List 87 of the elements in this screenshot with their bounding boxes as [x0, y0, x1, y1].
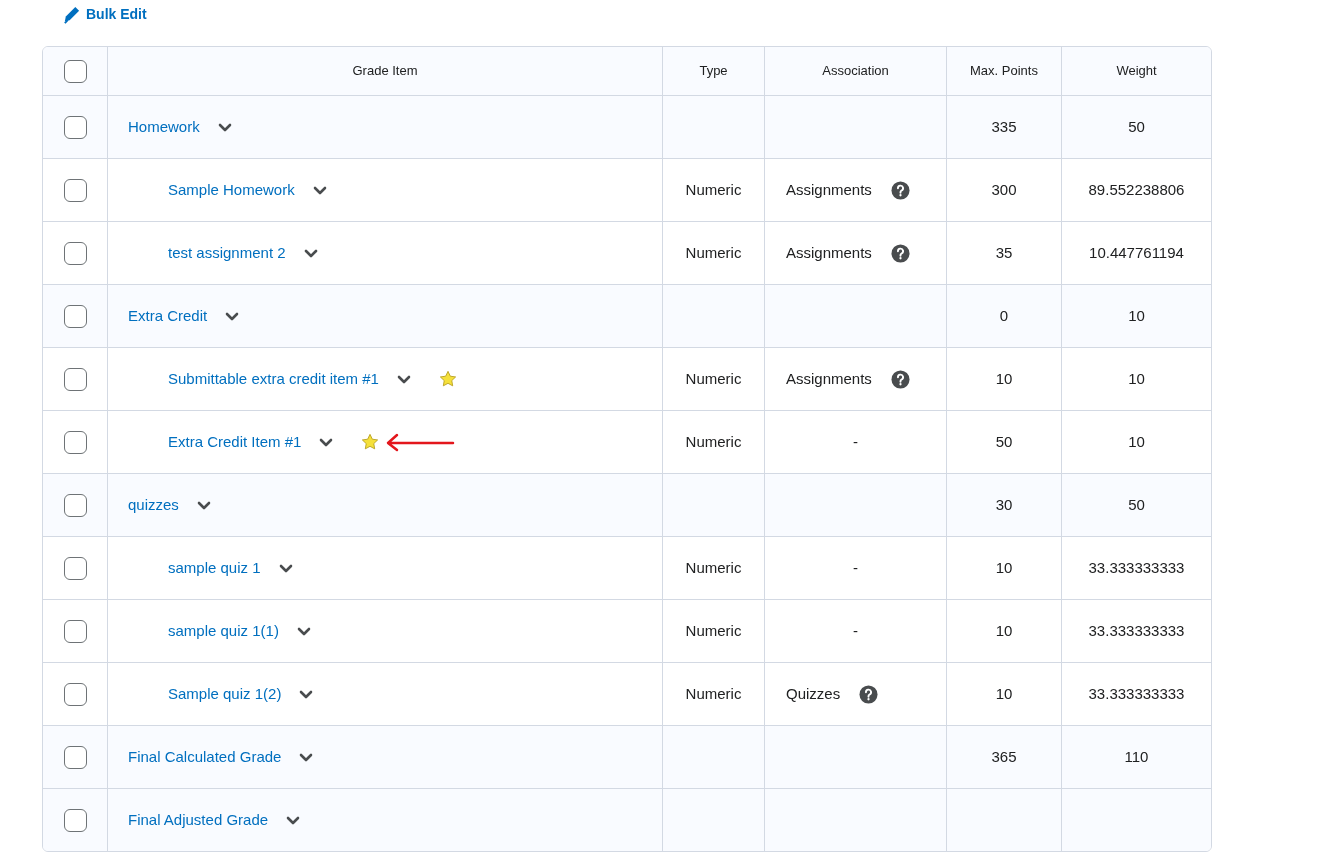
chevron-down-icon[interactable]: [319, 437, 334, 447]
weight-text: 89.552238806: [1088, 179, 1185, 200]
grade-item-link[interactable]: Final Calculated Grade: [128, 745, 282, 769]
weight-text: 10: [1128, 431, 1145, 452]
type-text: Numeric: [685, 179, 742, 200]
star-icon: [438, 370, 457, 388]
weight-text: 33.333333333: [1088, 557, 1185, 578]
chevron-down-icon[interactable]: [196, 500, 211, 510]
arrow-icon: [385, 432, 456, 452]
type-text: Numeric: [685, 620, 742, 641]
type-text: Numeric: [685, 557, 742, 578]
checkbox[interactable]: [63, 304, 87, 328]
checkbox[interactable]: [63, 430, 87, 454]
help-icon[interactable]: [890, 243, 910, 263]
chevron-down-icon[interactable]: [303, 248, 318, 258]
grade-item-link[interactable]: Sample quiz 1(2): [168, 682, 282, 706]
weight-text: 10.447761194: [1089, 242, 1184, 263]
max-points-text: 10: [995, 683, 1013, 704]
column-header: Type: [699, 62, 728, 81]
help-icon[interactable]: [859, 684, 879, 704]
grade-item-link[interactable]: sample quiz 1(1): [168, 619, 279, 643]
association-text: Quizzes: [786, 683, 841, 704]
grade-item-link[interactable]: Homework: [128, 115, 200, 139]
grade-item-link[interactable]: test assignment 2: [168, 241, 286, 265]
max-points-text: 35: [995, 242, 1013, 263]
grade-item-link[interactable]: Submittable extra credit item #1: [168, 367, 379, 391]
max-points-text: 10: [995, 557, 1013, 578]
bulk-edit-button[interactable]: Bulk Edit: [62, 4, 147, 25]
pencil-icon: [62, 5, 81, 24]
chevron-down-icon[interactable]: [312, 185, 327, 195]
help-icon[interactable]: [890, 180, 910, 200]
max-points-text: 10: [995, 368, 1013, 389]
type-text: Numeric: [685, 368, 742, 389]
grade-item-link[interactable]: sample quiz 1: [168, 556, 261, 580]
max-points-text: 30: [995, 494, 1013, 515]
association-text: -: [853, 431, 858, 452]
checkbox[interactable]: [63, 619, 87, 643]
max-points-text: 50: [995, 431, 1013, 452]
max-points-text: 335: [991, 116, 1017, 137]
checkbox[interactable]: [63, 115, 87, 139]
checkbox[interactable]: [63, 745, 87, 769]
max-points-text: 300: [991, 179, 1017, 200]
chevron-down-icon[interactable]: [278, 563, 293, 573]
checkbox[interactable]: [63, 367, 87, 391]
chevron-down-icon[interactable]: [396, 374, 411, 384]
chevron-down-icon[interactable]: [299, 752, 314, 762]
type-text: Numeric: [685, 431, 742, 452]
weight-text: 50: [1128, 494, 1145, 515]
checkbox[interactable]: [63, 682, 87, 706]
chevron-down-icon[interactable]: [217, 122, 232, 132]
help-icon[interactable]: [890, 369, 910, 389]
column-header: Weight: [1116, 62, 1157, 81]
weight-text: 33.333333333: [1088, 683, 1185, 704]
association-text: -: [853, 620, 858, 641]
checkbox[interactable]: [63, 493, 87, 517]
checkbox[interactable]: [63, 808, 87, 832]
max-points-text: 10: [995, 620, 1013, 641]
grade-item-link[interactable]: Extra Credit: [128, 304, 208, 328]
weight-text: 10: [1128, 368, 1145, 389]
checkbox[interactable]: [63, 556, 87, 580]
checkbox[interactable]: [63, 59, 87, 83]
association-text: Assignments: [786, 368, 872, 389]
max-points-text: 365: [991, 746, 1017, 767]
weight-text: 33.333333333: [1088, 620, 1185, 641]
checkbox[interactable]: [63, 241, 87, 265]
weight-text: 50: [1128, 116, 1145, 137]
chevron-down-icon[interactable]: [296, 626, 311, 636]
grade-item-link[interactable]: Sample Homework: [168, 178, 295, 202]
association-text: Assignments: [786, 242, 872, 263]
type-text: Numeric: [685, 683, 742, 704]
chevron-down-icon[interactable]: [299, 689, 314, 699]
chevron-down-icon[interactable]: [286, 815, 301, 825]
association-text: -: [853, 557, 858, 578]
grade-item-link[interactable]: Final Adjusted Grade: [128, 808, 269, 832]
type-text: Numeric: [685, 242, 742, 263]
max-points-text: 0: [999, 305, 1009, 326]
column-header: Grade Item: [352, 62, 418, 81]
grade-item-link[interactable]: Extra Credit Item #1: [168, 430, 302, 454]
chevron-down-icon[interactable]: [225, 311, 240, 321]
weight-text: 10: [1128, 305, 1145, 326]
checkbox[interactable]: [63, 178, 87, 202]
weight-text: 110: [1124, 746, 1149, 767]
association-text: Assignments: [786, 179, 872, 200]
column-header: Association: [822, 62, 889, 81]
grade-item-link[interactable]: quizzes: [128, 493, 179, 517]
star-icon: [361, 433, 380, 451]
column-header: Max. Points: [970, 62, 1038, 81]
